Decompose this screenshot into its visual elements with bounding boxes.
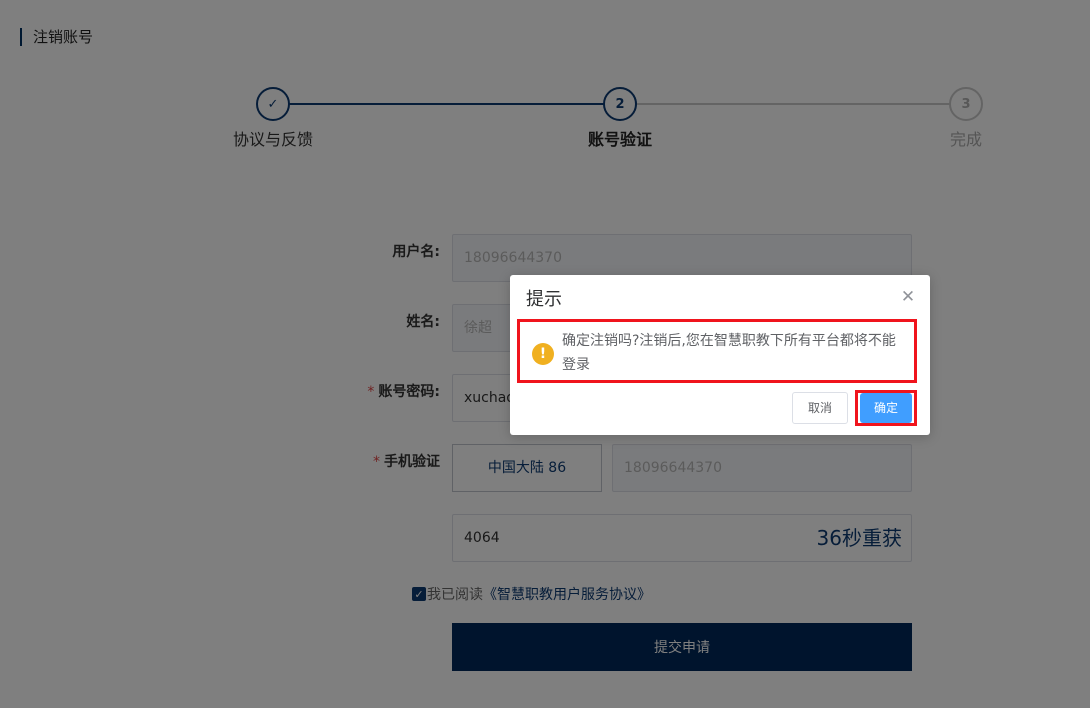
dialog-message: 确定注销吗?注销后,您在智慧职教下所有平台都将不能登录 — [562, 333, 896, 373]
dialog-message-highlight: ! 确定注销吗?注销后,您在智慧职教下所有平台都将不能登录 — [517, 319, 917, 383]
warning-icon: ! — [532, 343, 554, 365]
confirm-dialog: 提示 ✕ ! 确定注销吗?注销后,您在智慧职教下所有平台都将不能登录 取消 确定 — [510, 275, 930, 435]
confirm-button[interactable]: 确定 — [860, 393, 912, 423]
cancel-button[interactable]: 取消 — [792, 392, 848, 424]
close-icon[interactable]: ✕ — [900, 289, 916, 306]
dialog-title: 提示 — [526, 289, 562, 310]
